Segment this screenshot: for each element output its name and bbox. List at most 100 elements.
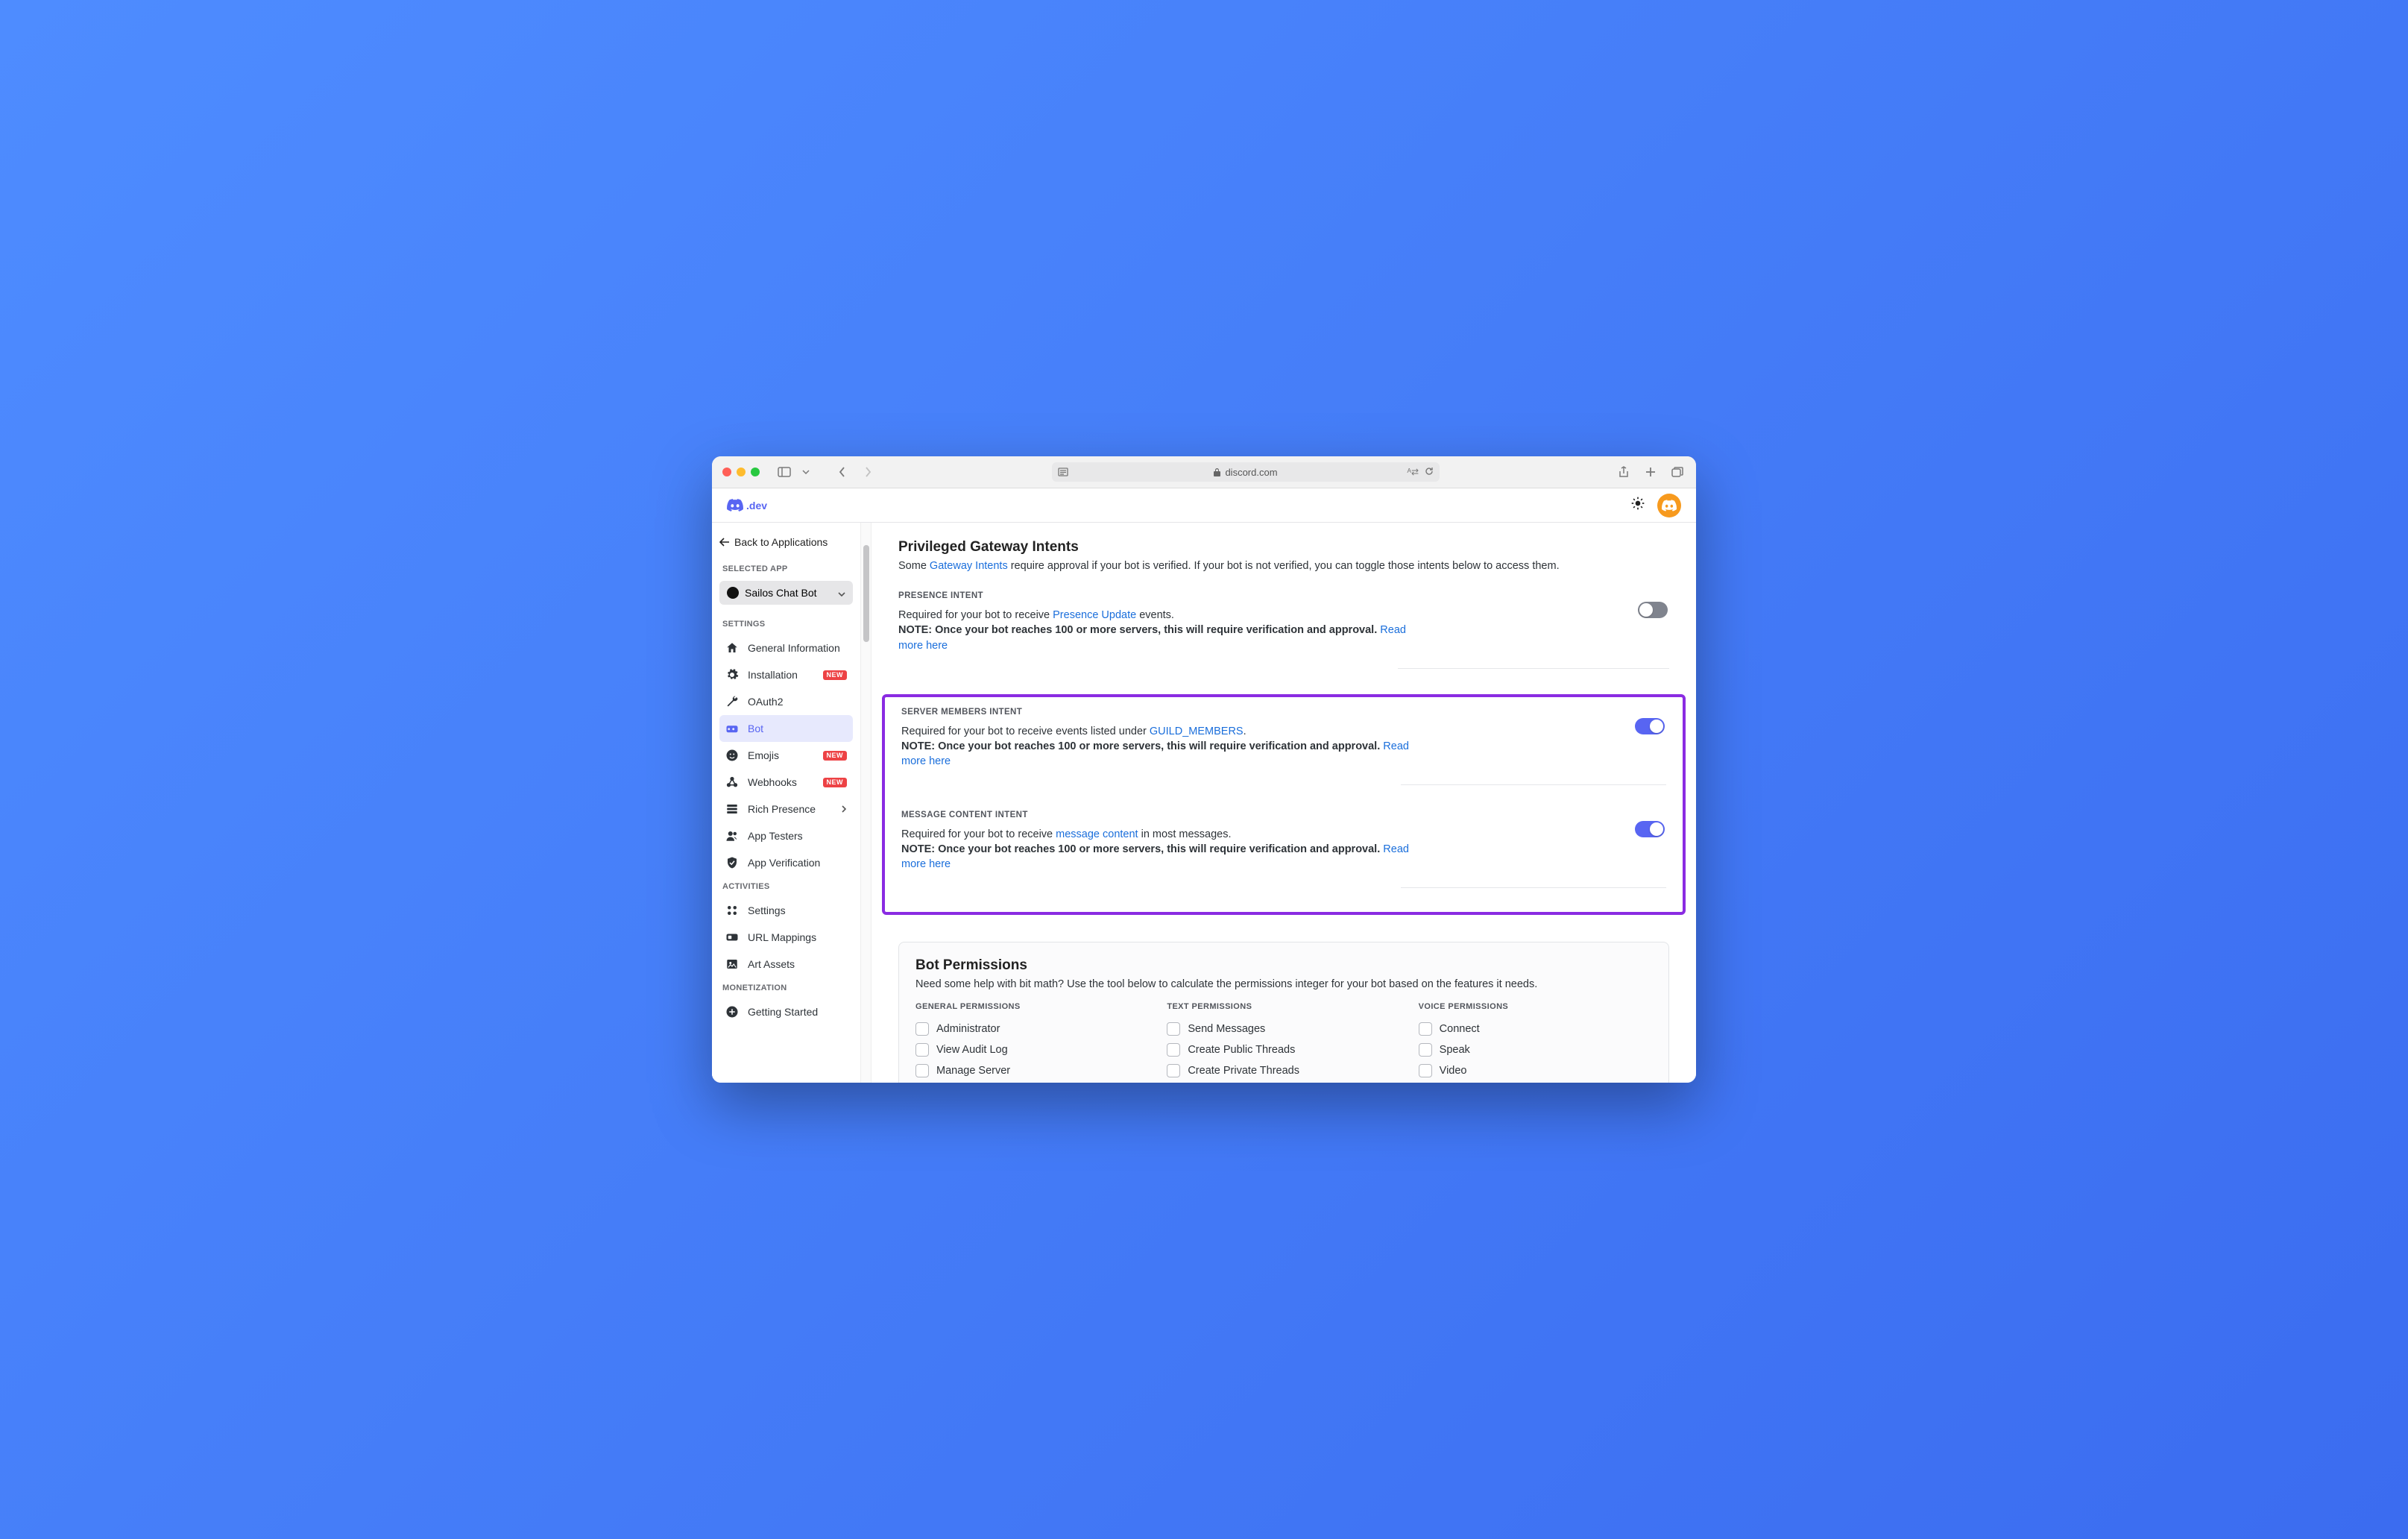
permission-item[interactable]: Video [1419, 1060, 1652, 1081]
tabs-overview-icon[interactable] [1669, 464, 1686, 480]
new-badge: NEW [823, 751, 848, 761]
main-content: Privileged Gateway Intents Some Gateway … [872, 523, 1696, 1083]
puzzle-icon [725, 904, 739, 917]
sidebar-item-installation[interactable]: Installation NEW [719, 661, 853, 688]
chevron-down-icon [838, 587, 845, 599]
scrollbar-thumb[interactable] [863, 545, 869, 642]
presence-intent-block: PRESENCE INTENT Required for your bot to… [898, 591, 1669, 687]
sidebar-item-url-mappings[interactable]: URL Mappings [719, 924, 853, 951]
sidebar-item-label: Webhooks [748, 777, 797, 787]
sidebar-item-activity-settings[interactable]: Settings [719, 897, 853, 924]
permission-label: Speak [1440, 1044, 1470, 1056]
sidebar-item-label: Bot [748, 723, 763, 734]
presence-update-link[interactable]: Presence Update [1053, 609, 1136, 621]
sidebar-item-label: App Testers [748, 831, 803, 841]
sidebar-item-getting-started[interactable]: Getting Started [719, 998, 853, 1025]
minimize-window[interactable] [737, 468, 746, 476]
intent-title: PRESENCE INTENT [898, 591, 1669, 600]
permission-item[interactable]: Send Messages in Threads [1167, 1081, 1400, 1083]
sidebar-toggle-icon[interactable] [776, 464, 792, 480]
permission-label: Connect [1440, 1023, 1480, 1035]
message-content-intent-toggle[interactable] [1635, 821, 1665, 837]
permission-item[interactable]: Create Private Threads [1167, 1060, 1400, 1081]
sidebar-item-app-verification[interactable]: App Verification [719, 849, 853, 876]
permission-label: View Audit Log [936, 1044, 1008, 1056]
sidebar-item-art-assets[interactable]: Art Assets [719, 951, 853, 978]
checkbox[interactable] [915, 1043, 929, 1057]
message-content-link[interactable]: message content [1056, 828, 1138, 840]
sidebar-item-label: Installation [748, 670, 798, 680]
share-icon[interactable] [1616, 464, 1632, 480]
checkbox[interactable] [1419, 1022, 1432, 1036]
app-name: Sailos Chat Bot [745, 587, 817, 599]
permission-item[interactable]: View Audit Log [915, 1039, 1149, 1060]
presence-intent-toggle[interactable] [1638, 602, 1668, 618]
people-icon [725, 829, 739, 843]
page-subtitle: Some Gateway Intents require approval if… [898, 560, 1669, 572]
column-title: GENERAL PERMISSIONS [915, 1002, 1149, 1011]
new-badge: NEW [823, 670, 848, 680]
checkbox[interactable] [1419, 1043, 1432, 1057]
checkbox[interactable] [915, 1022, 929, 1036]
reload-icon[interactable] [1425, 467, 1434, 476]
sidebar: Back to Applications SELECTED APP Sailos… [712, 523, 861, 1083]
permission-item[interactable]: Manage Server [915, 1060, 1149, 1081]
discord-dev-logo[interactable]: .dev [727, 499, 767, 512]
arrow-left-icon [719, 538, 730, 547]
image-icon [725, 957, 739, 971]
sidebar-item-label: General Information [748, 643, 840, 653]
checkbox[interactable] [1167, 1064, 1180, 1077]
list-icon [725, 802, 739, 816]
permission-item[interactable]: Send Messages [1167, 1019, 1400, 1039]
checkbox[interactable] [1167, 1022, 1180, 1036]
theme-toggle-icon[interactable] [1630, 496, 1645, 514]
bot-permissions-panel: Bot Permissions Need some help with bit … [898, 942, 1669, 1083]
permission-item[interactable]: Create Public Threads [1167, 1039, 1400, 1060]
plus-circle-icon [725, 1005, 739, 1019]
permission-item[interactable]: Manage Roles [915, 1081, 1149, 1083]
checkbox[interactable] [915, 1064, 929, 1077]
sidebar-item-webhooks[interactable]: Webhooks NEW [719, 769, 853, 796]
sidebar-item-label: Art Assets [748, 959, 795, 969]
sidebar-item-emojis[interactable]: Emojis NEW [719, 742, 853, 769]
close-window[interactable] [722, 468, 731, 476]
server-members-intent-toggle[interactable] [1635, 718, 1665, 734]
home-icon [725, 641, 739, 655]
translate-icon[interactable]: ᴬ⇄ [1408, 467, 1419, 477]
user-avatar[interactable] [1657, 494, 1681, 517]
highlighted-intents: SERVER MEMBERS INTENT Required for your … [882, 694, 1686, 915]
server-members-intent-block: SERVER MEMBERS INTENT Required for your … [901, 708, 1666, 803]
permission-item[interactable]: Mute Members [1419, 1081, 1652, 1083]
permissions-subtitle: Need some help with bit math? Use the to… [915, 978, 1652, 990]
permission-label: Administrator [936, 1023, 1000, 1035]
shield-check-icon [725, 856, 739, 869]
sidebar-scrollbar[interactable] [861, 523, 872, 1083]
address-bar[interactable]: discord.com ᴬ⇄ [1052, 462, 1440, 482]
sidebar-item-general-information[interactable]: General Information [719, 635, 853, 661]
fullscreen-window[interactable] [751, 468, 760, 476]
new-tab-icon[interactable] [1642, 464, 1659, 480]
gateway-intents-link[interactable]: Gateway Intents [930, 560, 1008, 572]
divider [1401, 887, 1666, 888]
permission-item[interactable]: Speak [1419, 1039, 1652, 1060]
app-selector[interactable]: Sailos Chat Bot [719, 581, 853, 605]
nav-forward-icon[interactable] [860, 464, 876, 480]
sidebar-item-app-testers[interactable]: App Testers [719, 822, 853, 849]
sidebar-item-bot[interactable]: Bot [719, 715, 853, 742]
guild-members-link[interactable]: GUILD_MEMBERS [1150, 726, 1244, 737]
chevron-down-icon[interactable] [801, 464, 810, 480]
site-header: .dev [712, 488, 1696, 523]
checkbox[interactable] [1419, 1064, 1432, 1077]
permission-item[interactable]: Administrator [915, 1019, 1149, 1039]
checkbox[interactable] [1167, 1043, 1180, 1057]
back-to-applications[interactable]: Back to Applications [719, 532, 853, 558]
readermode-icon[interactable] [1058, 468, 1068, 476]
permission-item[interactable]: Connect [1419, 1019, 1652, 1039]
permissions-column-text: TEXT PERMISSIONS Send MessagesCreate Pub… [1167, 1002, 1400, 1083]
gear-icon [725, 668, 739, 682]
column-title: VOICE PERMISSIONS [1419, 1002, 1652, 1011]
sidebar-item-oauth2[interactable]: OAuth2 [719, 688, 853, 715]
sidebar-item-rich-presence[interactable]: Rich Presence [719, 796, 853, 822]
nav-back-icon[interactable] [834, 464, 851, 480]
sidebar-item-label: Rich Presence [748, 804, 816, 814]
